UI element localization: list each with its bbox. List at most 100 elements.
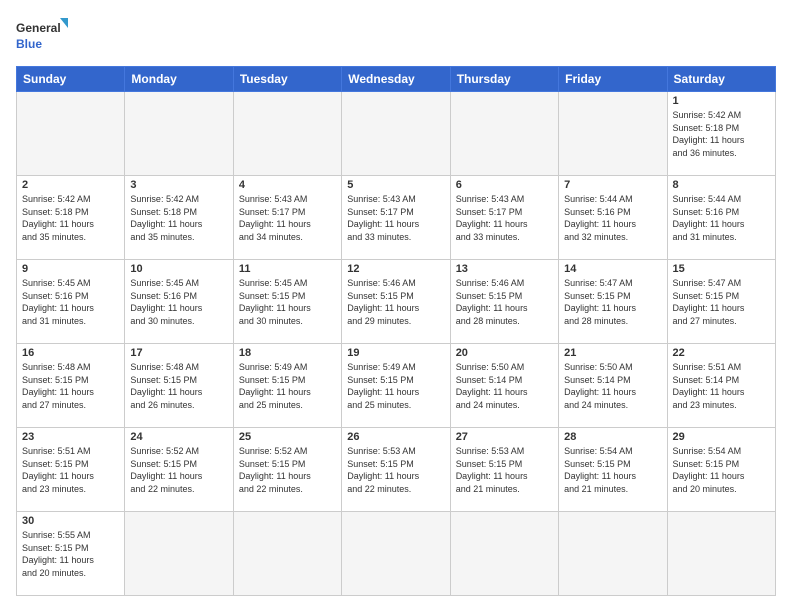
- day-number: 2: [22, 179, 119, 191]
- day-number: 17: [130, 347, 227, 359]
- day-number: 3: [130, 179, 227, 191]
- calendar-day-cell: [450, 512, 558, 596]
- calendar-day-cell: [667, 512, 775, 596]
- day-number: 29: [673, 431, 770, 443]
- calendar-day-cell: 24 Sunrise: 5:52 AM Sunset: 5:15 PM Dayli…: [125, 428, 233, 512]
- calendar-day-cell: [450, 92, 558, 176]
- calendar-day-cell: 27 Sunrise: 5:53 AM Sunset: 5:15 PM Dayli…: [450, 428, 558, 512]
- calendar-day-header: Monday: [125, 67, 233, 92]
- day-number: 7: [564, 179, 661, 191]
- calendar-table: SundayMondayTuesdayWednesdayThursdayFrid…: [16, 66, 776, 596]
- day-info: Sunrise: 5:49 AM Sunset: 5:15 PM Dayligh…: [347, 361, 444, 411]
- day-info: Sunrise: 5:43 AM Sunset: 5:17 PM Dayligh…: [347, 193, 444, 243]
- calendar-week-row: 16 Sunrise: 5:48 AM Sunset: 5:15 PM Dayli…: [17, 344, 776, 428]
- calendar-day-cell: 8 Sunrise: 5:44 AM Sunset: 5:16 PM Daylig…: [667, 176, 775, 260]
- day-info: Sunrise: 5:43 AM Sunset: 5:17 PM Dayligh…: [456, 193, 553, 243]
- day-info: Sunrise: 5:52 AM Sunset: 5:15 PM Dayligh…: [239, 445, 336, 495]
- calendar-day-cell: 10 Sunrise: 5:45 AM Sunset: 5:16 PM Dayli…: [125, 260, 233, 344]
- day-number: 27: [456, 431, 553, 443]
- day-number: 10: [130, 263, 227, 275]
- calendar-day-cell: 6Sunrise: 5:43 AM Sunset: 5:17 PM Daylig…: [450, 176, 558, 260]
- calendar-week-row: 9 Sunrise: 5:45 AM Sunset: 5:16 PM Daylig…: [17, 260, 776, 344]
- calendar-day-cell: 4 Sunrise: 5:43 AM Sunset: 5:17 PM Daylig…: [233, 176, 341, 260]
- calendar-day-cell: [342, 92, 450, 176]
- day-number: 20: [456, 347, 553, 359]
- calendar-day-header: Thursday: [450, 67, 558, 92]
- calendar-day-cell: 20 Sunrise: 5:50 AM Sunset: 5:14 PM Dayli…: [450, 344, 558, 428]
- day-info: Sunrise: 5:44 AM Sunset: 5:16 PM Dayligh…: [564, 193, 661, 243]
- calendar-day-header: Tuesday: [233, 67, 341, 92]
- day-info: Sunrise: 5:49 AM Sunset: 5:15 PM Dayligh…: [239, 361, 336, 411]
- logo: General Blue: [16, 16, 68, 56]
- day-info: Sunrise: 5:42 AM Sunset: 5:18 PM Dayligh…: [130, 193, 227, 243]
- calendar-day-cell: 12Sunrise: 5:46 AM Sunset: 5:15 PM Dayli…: [342, 260, 450, 344]
- day-number: 15: [673, 263, 770, 275]
- day-info: Sunrise: 5:48 AM Sunset: 5:15 PM Dayligh…: [22, 361, 119, 411]
- day-info: Sunrise: 5:47 AM Sunset: 5:15 PM Dayligh…: [564, 277, 661, 327]
- day-info: Sunrise: 5:43 AM Sunset: 5:17 PM Dayligh…: [239, 193, 336, 243]
- day-number: 1: [673, 95, 770, 107]
- day-info: Sunrise: 5:42 AM Sunset: 5:18 PM Dayligh…: [22, 193, 119, 243]
- day-info: Sunrise: 5:51 AM Sunset: 5:14 PM Dayligh…: [673, 361, 770, 411]
- day-info: Sunrise: 5:53 AM Sunset: 5:15 PM Dayligh…: [347, 445, 444, 495]
- calendar-day-header: Saturday: [667, 67, 775, 92]
- calendar-day-cell: 26 Sunrise: 5:53 AM Sunset: 5:15 PM Dayli…: [342, 428, 450, 512]
- calendar-day-cell: [125, 512, 233, 596]
- calendar-day-cell: 5 Sunrise: 5:43 AM Sunset: 5:17 PM Daylig…: [342, 176, 450, 260]
- day-info: Sunrise: 5:45 AM Sunset: 5:15 PM Dayligh…: [239, 277, 336, 327]
- svg-text:General: General: [16, 21, 61, 35]
- calendar-day-cell: [342, 512, 450, 596]
- day-number: 19: [347, 347, 444, 359]
- day-info: Sunrise: 5:50 AM Sunset: 5:14 PM Dayligh…: [564, 361, 661, 411]
- calendar-week-row: 2 Sunrise: 5:42 AM Sunset: 5:18 PM Daylig…: [17, 176, 776, 260]
- calendar-header-row: SundayMondayTuesdayWednesdayThursdayFrid…: [17, 67, 776, 92]
- calendar-day-cell: 23Sunrise: 5:51 AM Sunset: 5:15 PM Dayli…: [17, 428, 125, 512]
- day-number: 22: [673, 347, 770, 359]
- calendar-day-cell: 16 Sunrise: 5:48 AM Sunset: 5:15 PM Dayli…: [17, 344, 125, 428]
- day-info: Sunrise: 5:53 AM Sunset: 5:15 PM Dayligh…: [456, 445, 553, 495]
- svg-text:Blue: Blue: [16, 37, 42, 51]
- day-number: 30: [22, 515, 119, 527]
- day-info: Sunrise: 5:42 AM Sunset: 5:18 PM Dayligh…: [673, 109, 770, 159]
- calendar-day-cell: 2 Sunrise: 5:42 AM Sunset: 5:18 PM Daylig…: [17, 176, 125, 260]
- day-number: 24: [130, 431, 227, 443]
- calendar-day-cell: 15 Sunrise: 5:47 AM Sunset: 5:15 PM Dayli…: [667, 260, 775, 344]
- day-info: Sunrise: 5:46 AM Sunset: 5:15 PM Dayligh…: [347, 277, 444, 327]
- day-info: Sunrise: 5:52 AM Sunset: 5:15 PM Dayligh…: [130, 445, 227, 495]
- calendar-day-cell: [125, 92, 233, 176]
- calendar-day-cell: 9 Sunrise: 5:45 AM Sunset: 5:16 PM Daylig…: [17, 260, 125, 344]
- day-number: 26: [347, 431, 444, 443]
- day-number: 8: [673, 179, 770, 191]
- calendar-day-cell: 17Sunrise: 5:48 AM Sunset: 5:15 PM Dayli…: [125, 344, 233, 428]
- calendar-day-cell: 18Sunrise: 5:49 AM Sunset: 5:15 PM Dayli…: [233, 344, 341, 428]
- day-info: Sunrise: 5:45 AM Sunset: 5:16 PM Dayligh…: [130, 277, 227, 327]
- day-info: Sunrise: 5:45 AM Sunset: 5:16 PM Dayligh…: [22, 277, 119, 327]
- calendar-day-cell: [233, 512, 341, 596]
- day-info: Sunrise: 5:54 AM Sunset: 5:15 PM Dayligh…: [564, 445, 661, 495]
- calendar-week-row: 23Sunrise: 5:51 AM Sunset: 5:15 PM Dayli…: [17, 428, 776, 512]
- day-info: Sunrise: 5:44 AM Sunset: 5:16 PM Dayligh…: [673, 193, 770, 243]
- calendar-day-cell: 22 Sunrise: 5:51 AM Sunset: 5:14 PM Dayli…: [667, 344, 775, 428]
- day-number: 23: [22, 431, 119, 443]
- calendar-day-header: Sunday: [17, 67, 125, 92]
- calendar-day-cell: 3 Sunrise: 5:42 AM Sunset: 5:18 PM Daylig…: [125, 176, 233, 260]
- day-info: Sunrise: 5:47 AM Sunset: 5:15 PM Dayligh…: [673, 277, 770, 327]
- calendar-day-cell: 30Sunrise: 5:55 AM Sunset: 5:15 PM Dayli…: [17, 512, 125, 596]
- day-info: Sunrise: 5:50 AM Sunset: 5:14 PM Dayligh…: [456, 361, 553, 411]
- calendar-day-cell: 21Sunrise: 5:50 AM Sunset: 5:14 PM Dayli…: [559, 344, 667, 428]
- calendar-day-cell: 28Sunrise: 5:54 AM Sunset: 5:15 PM Dayli…: [559, 428, 667, 512]
- calendar-week-row: 1 Sunrise: 5:42 AM Sunset: 5:18 PM Daylig…: [17, 92, 776, 176]
- day-number: 14: [564, 263, 661, 275]
- generalblue-logo-icon: General Blue: [16, 16, 68, 56]
- calendar-day-cell: 13Sunrise: 5:46 AM Sunset: 5:15 PM Dayli…: [450, 260, 558, 344]
- calendar-day-cell: 25Sunrise: 5:52 AM Sunset: 5:15 PM Dayli…: [233, 428, 341, 512]
- day-number: 4: [239, 179, 336, 191]
- day-number: 9: [22, 263, 119, 275]
- day-number: 16: [22, 347, 119, 359]
- day-info: Sunrise: 5:46 AM Sunset: 5:15 PM Dayligh…: [456, 277, 553, 327]
- calendar-week-row: 30Sunrise: 5:55 AM Sunset: 5:15 PM Dayli…: [17, 512, 776, 596]
- calendar-day-cell: [559, 512, 667, 596]
- calendar-day-cell: 7 Sunrise: 5:44 AM Sunset: 5:16 PM Daylig…: [559, 176, 667, 260]
- calendar-day-header: Friday: [559, 67, 667, 92]
- day-number: 5: [347, 179, 444, 191]
